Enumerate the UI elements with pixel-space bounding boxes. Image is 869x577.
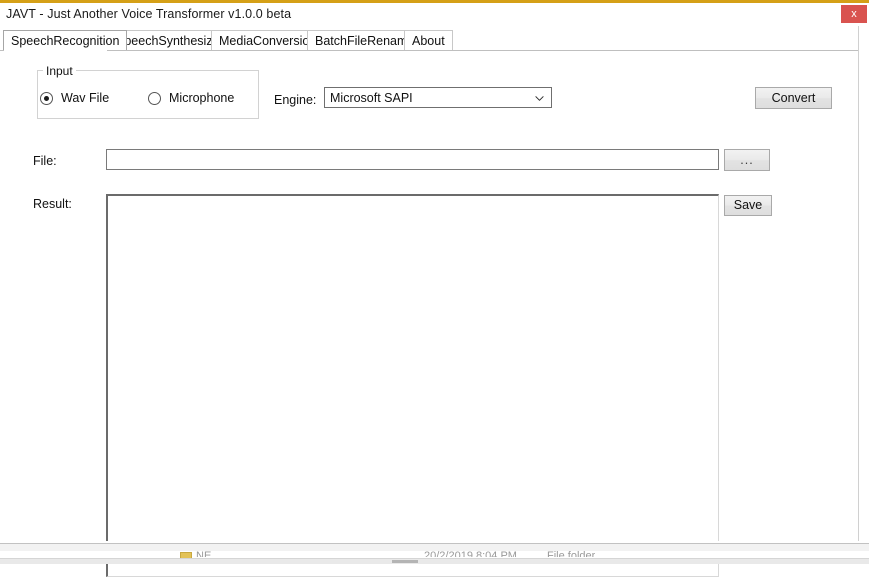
radio-wav-file-label: Wav File [61,91,110,105]
convert-button[interactable]: Convert [755,87,832,109]
title-bar: JAVT - Just Another Voice Transformer v1… [0,3,869,26]
background-cell-type: File folder [547,551,596,557]
background-cell-name: NE [196,551,212,557]
window-right-edge [858,26,869,543]
input-source-group-label: Input [43,64,76,78]
close-button[interactable]: x [841,5,867,23]
radio-microphone-indicator[interactable] [148,91,161,105]
active-tab-underline-mask [4,50,107,51]
result-label: Result: [33,197,72,211]
engine-select[interactable]: Microsoft SAPI [324,87,552,108]
radio-option-microphone[interactable]: Microphone [148,91,234,105]
background-cell-date: 20/2/2019 8:04 PM [424,551,517,557]
tab-speech-recognition[interactable]: SpeechRecognition [3,30,128,50]
radio-option-wav-file[interactable]: Wav File [40,91,109,105]
engine-label: Engine: [274,93,317,107]
tab-content-speech-recognition: Input Wav File Microphone Engine: Micros… [0,51,869,577]
tab-about[interactable]: About [404,30,453,50]
file-label: File: [33,154,57,168]
tab-strip: SpeechRecognition SpeechSynthesizer Medi… [0,30,869,51]
application-window: JAVT - Just Another Voice Transformer v1… [0,0,869,577]
background-window-sliver: NE 20/2/2019 8:04 PM File folder [0,543,869,564]
background-scrollbar[interactable] [0,558,869,564]
file-input[interactable] [106,149,719,170]
save-result-button[interactable]: Save [724,195,772,216]
radio-wav-file-indicator[interactable] [40,91,53,105]
browse-file-button[interactable]: ... [724,149,770,171]
radio-microphone-label: Microphone [169,91,235,105]
engine-select-value: Microsoft SAPI [330,91,413,105]
window-title: JAVT - Just Another Voice Transformer v1… [6,7,292,21]
chevron-down-icon [535,96,544,101]
result-textarea[interactable] [106,194,719,577]
